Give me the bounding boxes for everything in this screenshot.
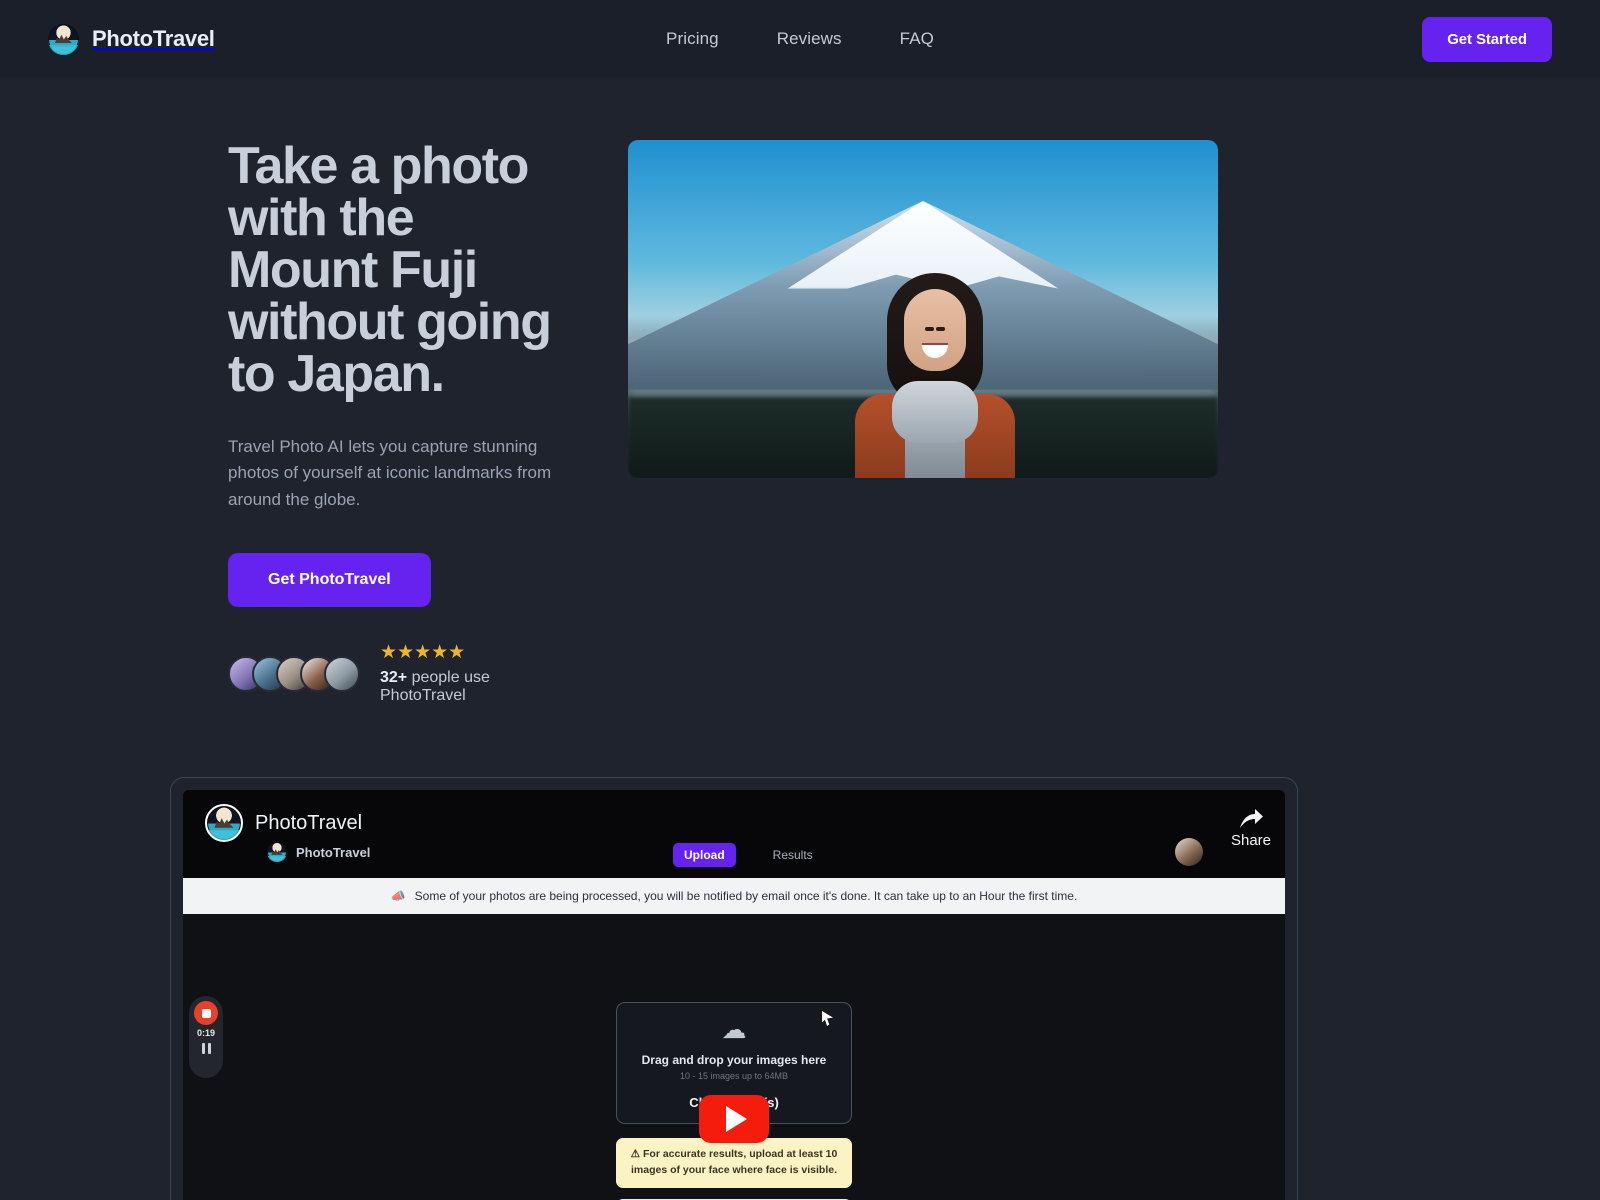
demo-tabs: Upload Results — [673, 843, 824, 868]
share-button[interactable]: Share — [1231, 808, 1271, 849]
hero-subtitle: Travel Photo AI lets you capture stunnin… — [228, 437, 552, 509]
person-face — [903, 289, 966, 371]
demo-user-avatar[interactable] — [1175, 838, 1203, 867]
person-scarf — [891, 381, 978, 443]
megaphone-icon: 📣 — [390, 889, 406, 904]
user-count-label: 32+ people use PhotoTravel — [380, 669, 568, 705]
avatar-group — [228, 656, 360, 693]
user-count: 32+ — [380, 669, 408, 687]
top-navigation: PhotoTravel Pricing Reviews FAQ Get Star… — [0, 0, 1600, 78]
social-proof: ★★★★★ 32+ people use PhotoTravel — [228, 643, 568, 705]
pause-icon[interactable] — [201, 1043, 211, 1055]
dropzone-title: Drag and drop your images here — [641, 1053, 827, 1068]
avatar — [324, 656, 360, 693]
demo-brand: PhotoTravel — [205, 804, 363, 843]
share-label: Share — [1230, 832, 1271, 850]
demo-app-header: PhotoTravel PhotoTravel Upload Results S… — [183, 790, 1285, 879]
demo-inner-brand: PhotoTravel — [267, 842, 371, 863]
hero-copy: Take a photo with the Mount Fuji without… — [48, 140, 568, 705]
island-logo-icon — [48, 23, 79, 55]
demo-video[interactable]: PhotoTravel PhotoTravel Upload Results S… — [183, 790, 1285, 1200]
share-arrow-icon — [1239, 809, 1263, 829]
star-rating-icon: ★★★★★ — [380, 642, 466, 664]
processing-banner: 📣 Some of your photos are being processe… — [183, 878, 1285, 915]
tab-upload[interactable]: Upload — [673, 843, 736, 868]
hero-image-wrap — [628, 140, 1552, 705]
demo-body: 0:19 ☁ Drag and drop your images here 10… — [183, 914, 1285, 1200]
person-eye-right — [924, 327, 934, 331]
recording-timer: 0:19 — [196, 1028, 215, 1039]
screen-recorder-widget: 0:19 — [189, 996, 223, 1079]
person-eye-left — [935, 327, 945, 331]
hero-section: Take a photo with the Mount Fuji without… — [0, 78, 1600, 705]
brand-name: PhotoTravel — [92, 26, 215, 51]
tab-results[interactable]: Results — [762, 843, 824, 867]
island-logo-icon — [205, 804, 243, 843]
processing-banner-text: Some of your photos are being processed,… — [414, 889, 1078, 904]
nav-link-pricing[interactable]: Pricing — [666, 29, 719, 49]
social-proof-text: ★★★★★ 32+ people use PhotoTravel — [380, 643, 568, 705]
stop-recording-icon[interactable] — [194, 1001, 218, 1026]
person-figure — [854, 273, 1015, 478]
brand-logo-link[interactable]: PhotoTravel — [48, 23, 215, 55]
island-logo-icon — [267, 842, 287, 863]
cloud-upload-icon: ☁ — [721, 1016, 747, 1045]
person-smile — [921, 345, 948, 358]
youtube-play-icon[interactable] — [699, 1095, 769, 1144]
demo-video-container: PhotoTravel PhotoTravel Upload Results S… — [170, 777, 1298, 1200]
nav-link-faq[interactable]: FAQ — [900, 29, 934, 49]
nav-links: Pricing Reviews FAQ — [666, 29, 934, 49]
demo-inner-brand-name: PhotoTravel — [296, 844, 371, 860]
hero-title: Take a photo with the Mount Fuji without… — [228, 137, 552, 403]
upload-warning-message: ⚠ For accurate results, upload at least … — [616, 1138, 852, 1188]
nav-link-reviews[interactable]: Reviews — [777, 29, 842, 49]
hero-mount-fuji-image — [628, 140, 1218, 478]
get-started-button[interactable]: Get Started — [1422, 17, 1552, 62]
get-phototravel-button[interactable]: Get PhotoTravel — [228, 553, 431, 608]
dropzone-subtitle: 10 - 15 images up to 64MB — [679, 1071, 789, 1082]
demo-brand-name: PhotoTravel — [255, 811, 363, 834]
